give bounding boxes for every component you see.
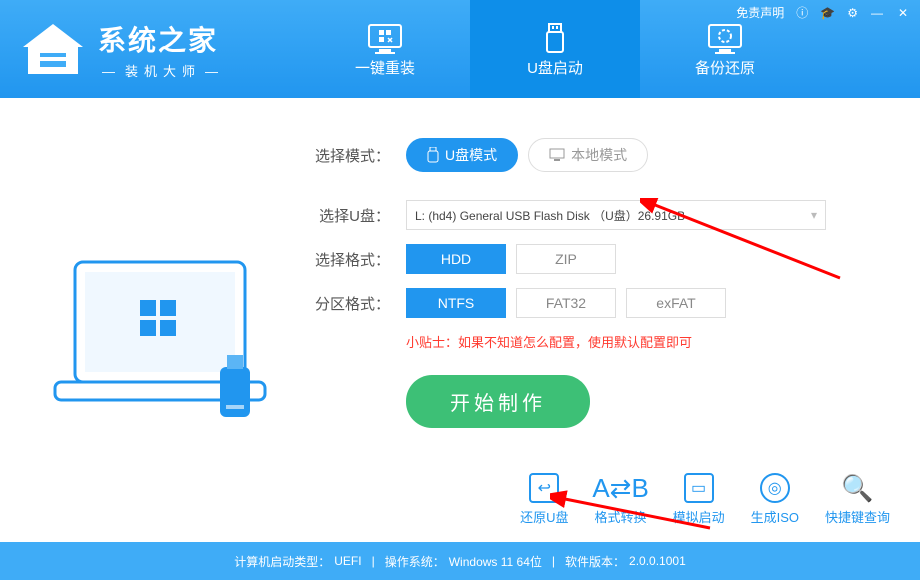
main-tabs: 一键重装 U盘启动 备份还原 xyxy=(300,0,810,98)
start-create-button[interactable]: 开始制作 xyxy=(406,375,590,428)
tool-simulate-boot[interactable]: ▭ 模拟启动 xyxy=(673,473,725,526)
close-button[interactable]: ✕ xyxy=(896,6,910,20)
brand-subtitle: 装机大师 xyxy=(98,61,228,80)
minimize-button[interactable]: — xyxy=(870,6,884,20)
laptop-usb-illustration xyxy=(45,252,285,452)
monitor-small-icon xyxy=(549,148,565,162)
usb-drive-icon xyxy=(535,21,575,57)
monitor-backup-icon xyxy=(705,21,745,57)
tab-usb-boot[interactable]: U盘启动 xyxy=(470,0,640,98)
tool-format-convert[interactable]: A⇄B 格式转换 xyxy=(595,473,647,526)
partition-fat32-button[interactable]: FAT32 xyxy=(516,288,616,318)
graduation-icon[interactable]: 🎓 xyxy=(820,6,835,20)
info-icon[interactable]: ⓘ xyxy=(796,4,808,21)
window-controls: 免责声明 ⓘ 🎓 ⚙ — ✕ xyxy=(736,4,910,21)
brand-area: 系统之家 装机大师 xyxy=(0,0,300,98)
status-footer: 计算机启动类型： UEFI | 操作系统： Windows 11 64位 | 软… xyxy=(0,542,920,580)
hotkey-icon: 🔍 xyxy=(842,473,872,503)
convert-icon: A⇄B xyxy=(606,473,636,503)
illustration-panel xyxy=(30,122,300,542)
main-content: 选择模式： U盘模式 本地模式 选择U盘： L: (hd4) General U… xyxy=(0,98,920,542)
partition-label: 分区格式： xyxy=(300,293,390,314)
monitor-reinstall-icon xyxy=(365,21,405,57)
settings-icon[interactable]: ⚙ xyxy=(847,6,858,20)
local-mode-button[interactable]: 本地模式 xyxy=(528,138,648,172)
simulate-icon: ▭ xyxy=(684,473,714,503)
format-hdd-button[interactable]: HDD xyxy=(406,244,506,274)
restore-icon: ↩ xyxy=(529,473,559,503)
tool-generate-iso[interactable]: ◎ 生成ISO xyxy=(751,473,799,526)
tool-hotkey-lookup[interactable]: 🔍 快捷键查询 xyxy=(825,473,890,526)
chevron-down-icon: ▾ xyxy=(811,208,817,222)
usb-small-icon xyxy=(427,147,439,163)
mode-label: 选择模式： xyxy=(300,145,390,166)
tab-reinstall[interactable]: 一键重装 xyxy=(300,0,470,98)
format-label: 选择格式： xyxy=(300,249,390,270)
tip-text: 小贴士：如果不知道怎么配置，使用默认配置即可 xyxy=(406,332,890,351)
partition-ntfs-button[interactable]: NTFS xyxy=(406,288,506,318)
format-zip-button[interactable]: ZIP xyxy=(516,244,616,274)
partition-exfat-button[interactable]: exFAT xyxy=(626,288,726,318)
brand-title: 系统之家 xyxy=(98,19,228,59)
disclaimer-link[interactable]: 免责声明 xyxy=(736,4,784,21)
tool-restore-usb[interactable]: ↩ 还原U盘 xyxy=(520,473,568,526)
usb-select-label: 选择U盘： xyxy=(300,205,390,226)
iso-icon: ◎ xyxy=(760,473,790,503)
app-header: 系统之家 装机大师 一键重装 U盘启动 备份还原 免责声明 ⓘ 🎓 ⚙ — ✕ xyxy=(0,0,920,98)
brand-house-icon xyxy=(18,19,88,79)
bottom-toolbar: ↩ 还原U盘 A⇄B 格式转换 ▭ 模拟启动 ◎ 生成ISO 🔍 快捷键查询 xyxy=(520,473,890,526)
usb-mode-button[interactable]: U盘模式 xyxy=(406,138,518,172)
usb-select-dropdown[interactable]: L: (hd4) General USB Flash Disk （U盘）26.9… xyxy=(406,200,826,230)
